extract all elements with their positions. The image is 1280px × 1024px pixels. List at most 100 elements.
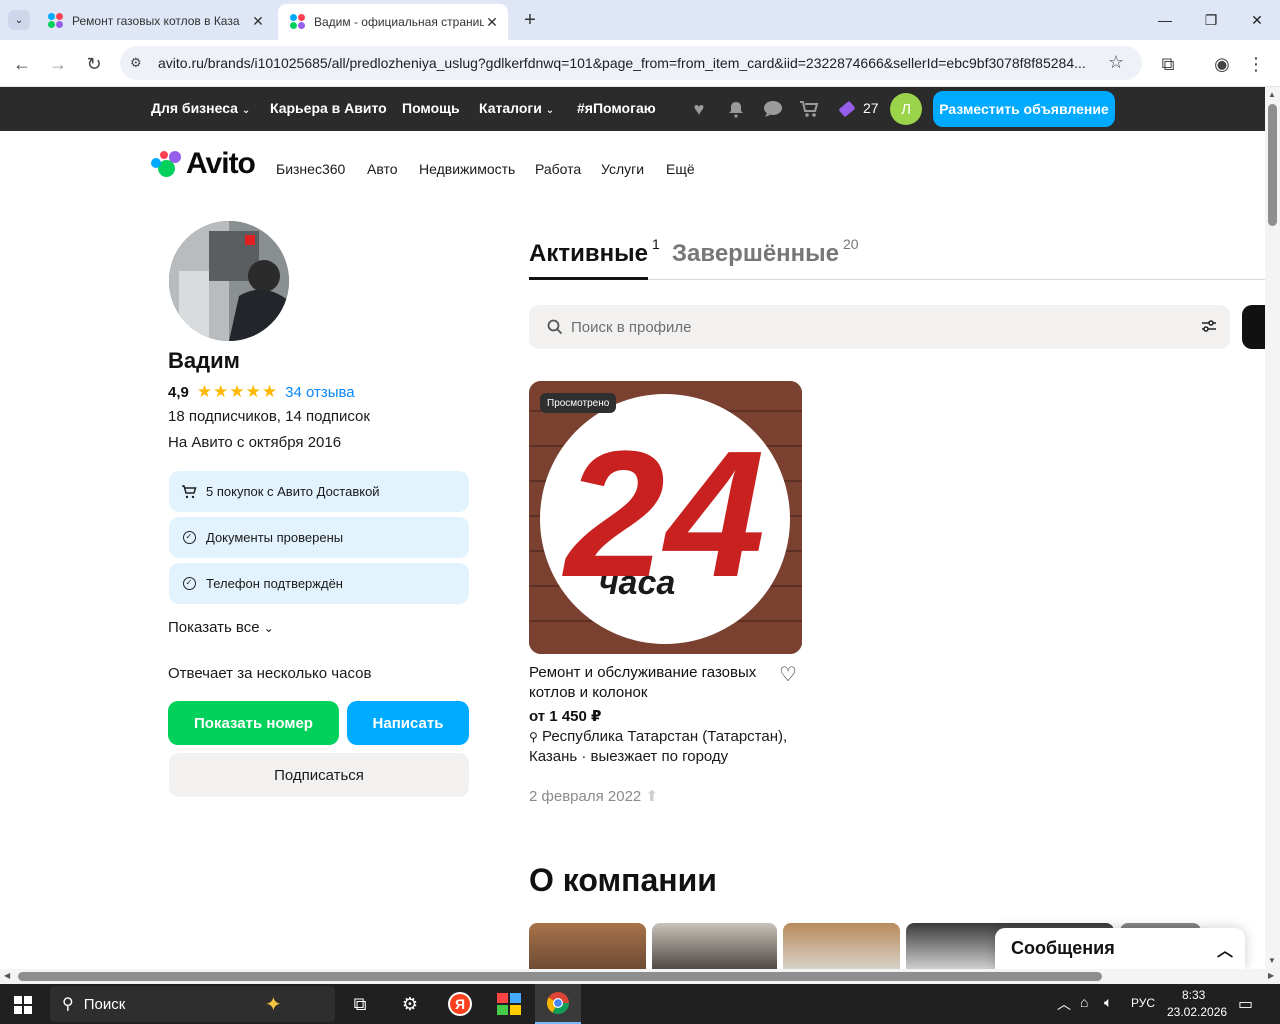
star-icon: ★ xyxy=(261,382,278,401)
bookmark-star-icon[interactable]: ☆ xyxy=(1108,52,1124,73)
for-business-menu[interactable]: Для бизнеса ⌄ xyxy=(151,100,250,116)
listing-date: 2 февраля 2022 ⬆ xyxy=(529,788,659,805)
taskbar-search-label: Поиск xyxy=(83,995,126,1013)
cart-icon[interactable] xyxy=(798,98,820,120)
notifications-bell-icon[interactable] xyxy=(725,98,747,120)
filters-icon[interactable] xyxy=(1201,319,1217,338)
messages-panel[interactable]: Сообщения ︿ xyxy=(995,928,1245,969)
listing-image[interactable]: 24 часа xyxy=(529,381,802,654)
chrome-taskbar-icon[interactable] xyxy=(535,984,581,1024)
company-photo-1[interactable] xyxy=(529,923,646,969)
tab-completed[interactable]: Завершённые 20 xyxy=(672,236,859,268)
browser-toolbar: ← → ↻ ⚙ avito.ru/brands/i101025685/all/p… xyxy=(0,40,1280,87)
scroll-up-arrow-icon[interactable]: ▲ xyxy=(1268,90,1276,99)
nav-realty[interactable]: Недвижимость xyxy=(419,161,515,177)
rating-row: 4,9 ★ ★ ★ ★ ★ 34 отзыва xyxy=(168,382,355,402)
company-photo-2[interactable] xyxy=(652,923,777,969)
profile-search-input[interactable]: Поиск в профиле xyxy=(529,305,1230,349)
menu-icon[interactable]: ⋮ xyxy=(1244,52,1268,76)
show-all-toggle[interactable]: Показать все ⌄ xyxy=(168,619,274,636)
tray-chevron-icon[interactable]: ︿ xyxy=(1057,994,1071,1014)
company-photo-3[interactable] xyxy=(783,923,900,969)
cart-icon xyxy=(181,484,197,500)
tab-title: Вадим - официальная страниц xyxy=(314,15,484,29)
tab-title: Ремонт газовых котлов в Каза xyxy=(72,14,240,28)
taskbar-search[interactable]: ⚲ Поиск ✦ xyxy=(50,986,335,1022)
nav-services[interactable]: Услуги xyxy=(601,161,644,177)
scroll-left-arrow-icon[interactable]: ◀ xyxy=(4,971,10,980)
seller-avatar[interactable] xyxy=(169,221,289,341)
tab-search-dropdown[interactable]: ⌄ xyxy=(8,10,30,30)
close-tab-icon[interactable]: ✕ xyxy=(250,13,266,30)
listing-location: ⚲ Республика Татарстан (Татарстан), Каза… xyxy=(529,728,788,765)
close-window-icon[interactable]: ✕ xyxy=(1242,8,1272,32)
favorites-heart-icon[interactable]: ♥ xyxy=(688,98,710,120)
listing-title[interactable]: Ремонт и обслуживание газовых котлов и к… xyxy=(529,663,769,703)
badge-label: Телефон подтверждён xyxy=(206,576,343,591)
scroll-down-arrow-icon[interactable]: ▼ xyxy=(1268,956,1276,965)
nav-more[interactable]: Ещё xyxy=(666,161,695,177)
volume-icon[interactable]: 🔈︎ xyxy=(1104,994,1112,1011)
reviews-link[interactable]: 34 отзыва xyxy=(285,384,355,401)
browser-tab-1[interactable]: Ремонт газовых котлов в Каза ✕ xyxy=(36,6,274,36)
vertical-scroll-thumb[interactable] xyxy=(1268,104,1277,226)
restore-icon[interactable]: ❐ xyxy=(1196,8,1226,32)
messages-title: Сообщения xyxy=(1011,938,1115,958)
favorite-heart-icon[interactable]: ♡ xyxy=(776,662,800,686)
chevron-down-icon: ⌄ xyxy=(241,105,251,116)
network-icon[interactable]: ⌂ xyxy=(1080,994,1088,1010)
help-link[interactable]: Помощь xyxy=(402,100,460,116)
notifications-icon[interactable]: ▭ xyxy=(1238,994,1253,1014)
settings-gear-icon[interactable]: ⚙ xyxy=(390,989,430,1019)
bonus-count[interactable]: 27 xyxy=(863,100,879,116)
reload-icon[interactable]: ↻ xyxy=(82,52,106,76)
task-view-icon[interactable]: ⧉ xyxy=(340,989,380,1019)
windows-start-icon[interactable] xyxy=(14,996,32,1014)
extensions-icon[interactable]: ⧉ xyxy=(1156,52,1180,76)
profile-icon[interactable]: ◉ xyxy=(1210,52,1234,76)
forward-icon[interactable]: → xyxy=(46,52,70,76)
nav-biznes360[interactable]: Бизнес360 xyxy=(276,161,345,177)
new-tab-icon[interactable]: + xyxy=(518,8,542,32)
avito-logo[interactable]: Avito xyxy=(150,147,256,180)
show-phone-button[interactable]: Показать номер xyxy=(168,701,339,745)
chevron-up-icon[interactable]: ︿ xyxy=(1205,937,1245,961)
raise-arrow-icon: ⬆ xyxy=(645,788,659,805)
scroll-right-arrow-icon[interactable]: ▶ xyxy=(1268,971,1274,980)
yandex-browser-icon[interactable]: Я xyxy=(440,989,480,1019)
nav-jobs[interactable]: Работа xyxy=(535,161,581,177)
photos-app-icon[interactable] xyxy=(489,989,529,1019)
post-ad-button[interactable]: Разместить объявление xyxy=(933,91,1115,127)
followers-count[interactable]: 18 подписчиков, 14 подписок xyxy=(168,408,370,425)
hashtag-link[interactable]: #яПомогаю xyxy=(577,100,656,116)
keyboard-language[interactable]: РУС xyxy=(1131,996,1155,1010)
user-avatar[interactable]: Л xyxy=(890,93,922,125)
delivery-badge: 5 покупок с Авито Доставкой xyxy=(169,471,469,512)
subscribe-button[interactable]: Подписаться xyxy=(169,753,469,797)
site-info-icon[interactable]: ⚙ xyxy=(130,55,142,71)
phone-badge: ✓ Телефон подтверждён xyxy=(169,563,469,604)
clock-date[interactable]: 23.02.2026 xyxy=(1167,1005,1227,1019)
active-tab-indicator xyxy=(529,277,648,280)
catalogs-menu[interactable]: Каталоги ⌄ xyxy=(479,100,554,116)
avito-top-bar: Для бизнеса ⌄ Карьера в Авито Помощь Кат… xyxy=(0,87,1265,131)
clock-time[interactable]: 8:33 xyxy=(1182,988,1205,1002)
minimize-icon[interactable]: — xyxy=(1150,8,1180,32)
career-link[interactable]: Карьера в Авито xyxy=(270,100,387,116)
bonus-ticket-icon[interactable] xyxy=(836,98,858,120)
close-tab-icon[interactable]: ✕ xyxy=(484,14,500,31)
response-time: Отвечает за несколько часов xyxy=(168,665,372,682)
nav-auto[interactable]: Авто xyxy=(367,161,398,177)
windows-taskbar: ⚲ Поиск ✦ ⧉ ⚙ Я ︿ ⌂ 🔈︎ РУС 8:33 23.02.20… xyxy=(0,984,1280,1024)
address-bar[interactable]: ⚙ avito.ru/brands/i101025685/all/predloz… xyxy=(120,46,1142,80)
browser-tab-2[interactable]: Вадим - официальная страниц ✕ xyxy=(278,4,508,40)
avito-favicon xyxy=(290,14,306,30)
documents-badge: ✓ Документы проверены xyxy=(169,517,469,558)
chevron-down-icon: ⌄ xyxy=(545,105,555,116)
horizontal-scroll-thumb[interactable] xyxy=(18,972,1102,981)
messages-bubble-icon[interactable] xyxy=(762,98,784,120)
tab-active[interactable]: Активные 1 xyxy=(529,236,660,268)
back-icon[interactable]: ← xyxy=(10,52,34,76)
write-message-button[interactable]: Написать xyxy=(347,701,469,745)
member-since: На Авито с октября 2016 xyxy=(168,434,342,451)
